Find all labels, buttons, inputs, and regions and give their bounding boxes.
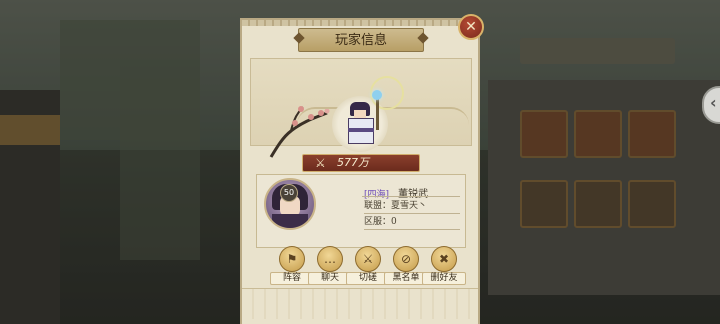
title-ornament-right bbox=[417, 32, 429, 44]
crossed-swords-icon: ⚔ bbox=[315, 156, 326, 170]
server-tag: [四海] bbox=[364, 190, 390, 200]
spar-button[interactable]: ⚔ 切磋 bbox=[346, 246, 390, 288]
dialog-title: 玩家信息 bbox=[334, 33, 387, 48]
server-line: 区服：0 bbox=[364, 216, 460, 230]
lineup-button[interactable]: ⚑ 阵容 bbox=[270, 246, 314, 288]
flag-icon: ⚑ bbox=[286, 252, 298, 266]
chat-button[interactable]: … 聊天 bbox=[308, 246, 352, 288]
combat-power-bar: ⚔ 577万 bbox=[302, 154, 420, 172]
crossed-swords-icon: ⚔ bbox=[362, 252, 374, 266]
divider bbox=[362, 196, 460, 197]
level-badge: 50 bbox=[280, 184, 298, 202]
bottom-ornament bbox=[242, 288, 478, 319]
orb-icon bbox=[372, 90, 382, 100]
close-icon: ✕ bbox=[465, 19, 477, 35]
alliance-line: 联盟：夏雪天丶 bbox=[364, 200, 460, 214]
player-name: 董锐武 bbox=[398, 189, 429, 200]
player-info-dialog: 玩家信息 ✕ ⚔ 577万 50 [四海] 董锐武 联盟：夏雪天丶 区服：0 ⚑… bbox=[240, 14, 484, 324]
remove-friend-icon: ✖ bbox=[438, 252, 450, 266]
title-ornament-left bbox=[293, 32, 305, 44]
chevron-left-icon: ‹ bbox=[710, 93, 717, 112]
blacklist-button[interactable]: ⊘ 黑名单 bbox=[384, 246, 428, 288]
action-buttons: ⚑ 阵容 … 聊天 ⚔ 切磋 ⊘ 黑名单 ✖ 删好友 bbox=[270, 246, 466, 288]
dialog-title-bar: 玩家信息 bbox=[293, 28, 429, 52]
character-sprite[interactable] bbox=[346, 102, 374, 146]
panel-top-border bbox=[242, 20, 478, 26]
remove-friend-label: 删好友 bbox=[422, 272, 466, 285]
blacklist-icon: ⊘ bbox=[400, 252, 412, 266]
close-button[interactable]: ✕ bbox=[458, 14, 484, 40]
remove-friend-button[interactable]: ✖ 删好友 bbox=[422, 246, 466, 288]
combat-power-value: 577万 bbox=[337, 156, 369, 169]
player-name-row: [四海] 董锐武 bbox=[364, 182, 428, 200]
chat-icon: … bbox=[324, 252, 336, 266]
